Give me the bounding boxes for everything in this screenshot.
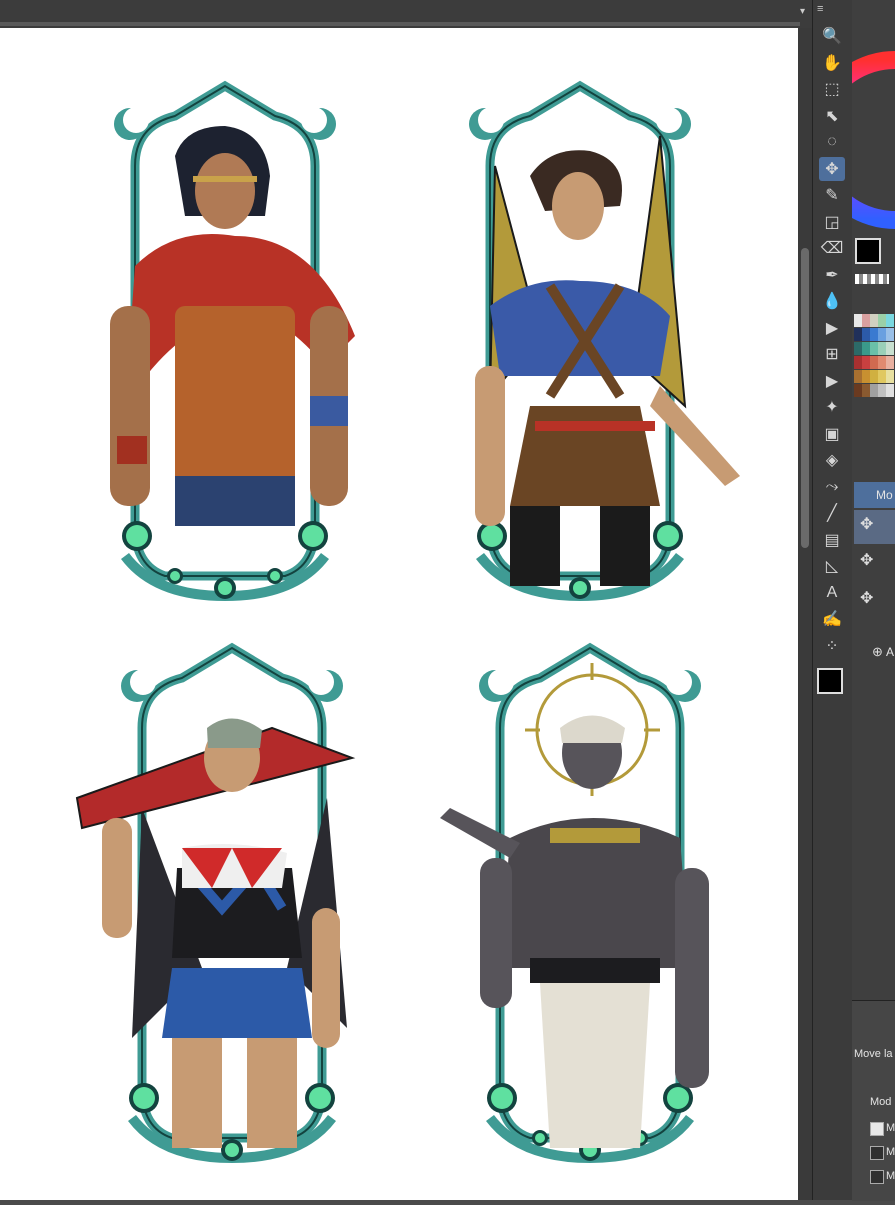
pen-icon[interactable]: ✒ (819, 263, 845, 287)
palette-swatch[interactable] (886, 328, 894, 341)
eyedropper-icon[interactable]: ✎ (819, 183, 845, 207)
palette-swatch[interactable] (862, 370, 870, 383)
character-card-4 (440, 648, 709, 1161)
scrollbar-thumb[interactable] (801, 248, 809, 548)
palette-swatch[interactable] (854, 356, 862, 369)
character-card-1 (110, 86, 355, 599)
palette-swatch[interactable] (886, 314, 894, 327)
panel-icon[interactable]: ▤ (819, 528, 845, 552)
checker-swatch[interactable] (855, 274, 889, 284)
add-icon[interactable]: ⊕ (872, 644, 883, 660)
color-set-palette (852, 314, 895, 444)
text-icon[interactable]: A (819, 581, 845, 605)
sub-tool-label: Mo (876, 488, 893, 502)
palette-swatch[interactable] (854, 314, 862, 327)
fill-bucket-icon[interactable]: ◲ (819, 210, 845, 234)
blend-icon[interactable]: 💧 (819, 289, 845, 313)
artwork (75, 28, 740, 1200)
palette-swatch[interactable] (870, 384, 878, 397)
palette-swatch[interactable] (862, 314, 870, 327)
move-icon-a: ✥ (860, 516, 874, 533)
checkbox-2[interactable] (870, 1146, 884, 1160)
move-icon-b: ✥ (860, 552, 874, 569)
marquee-icon[interactable]: ⬚ (819, 77, 845, 101)
palette-swatch[interactable] (886, 384, 894, 397)
checkbox-2-label: M (886, 1146, 895, 1158)
palette-swatch[interactable] (878, 356, 886, 369)
palette-swatch[interactable] (854, 384, 862, 397)
palette-swatch[interactable] (862, 356, 870, 369)
palette-swatch[interactable] (854, 370, 862, 383)
palette-swatch[interactable] (862, 328, 870, 341)
mesh-icon[interactable]: ⊞ (819, 342, 845, 366)
lasso-icon[interactable]: ◌ (819, 130, 845, 154)
pipette-icon[interactable]: ⤳ (819, 475, 845, 499)
mode-label: Mod (870, 1096, 892, 1108)
move-icon[interactable]: ✥ (819, 156, 845, 181)
play-alt-icon[interactable]: ▶ (819, 369, 845, 393)
palette-swatch[interactable] (870, 342, 878, 355)
top-bar: ▾ (0, 0, 812, 29)
checkbox-3-label: M (886, 1170, 895, 1182)
paint-bucket-icon[interactable]: ◈ (819, 448, 845, 472)
palette-swatch[interactable] (878, 328, 886, 341)
character-card-2 (469, 86, 740, 599)
palette-swatch[interactable] (886, 356, 894, 369)
palette-swatch[interactable] (854, 328, 862, 341)
move-icon-c: ✥ (860, 590, 874, 607)
object-select-icon[interactable]: ⬉ (819, 104, 845, 128)
spray-icon[interactable]: ⁘ (819, 634, 845, 658)
checkbox-1[interactable] (870, 1122, 884, 1136)
palette-swatch[interactable] (878, 314, 886, 327)
checkbox-3[interactable] (870, 1170, 884, 1184)
menu-icon[interactable]: ≡ (817, 4, 827, 15)
sparkle-icon[interactable]: ✦ (819, 395, 845, 419)
vertical-scrollbar[interactable] (798, 28, 812, 1200)
tool-palette: ≡ 🔍 ✋ ⬚ ⬉ ◌ ✥ ✎ ◲ ⌫ ✒ 💧 ▶ ⊞ ▶ ✦ ▣ ◈ ⤳ ╱ ▤ ◺ A ✍ ⁘ (812, 0, 854, 1200)
hand-icon[interactable]: ✋ (819, 51, 845, 75)
character-card-3 (75, 648, 356, 1161)
palette-swatch[interactable] (862, 342, 870, 355)
zoom-icon[interactable]: 🔍 (819, 24, 845, 48)
eraser-icon[interactable]: ⌫ (819, 236, 845, 260)
main-color-swatch[interactable] (855, 238, 881, 264)
add-label: A (886, 645, 895, 659)
palette-swatch[interactable] (878, 370, 886, 383)
brush-icon[interactable]: ✍ (819, 607, 845, 631)
checkbox-1-label: M (886, 1122, 895, 1134)
palette-swatch[interactable] (862, 384, 870, 397)
palette-swatch[interactable] (870, 370, 878, 383)
right-panel: Mo ✥ ✥ ✥ ⊕ A Move la Mod M M M (852, 0, 895, 1201)
play-icon[interactable]: ▶ (819, 316, 845, 340)
chevron-down-icon[interactable]: ▾ (800, 6, 805, 17)
property-title: Move la (854, 1048, 893, 1060)
color-wheel[interactable] (852, 40, 895, 270)
canvas[interactable] (0, 28, 812, 1200)
line-icon[interactable]: ╱ (819, 501, 845, 525)
palette-swatch[interactable] (870, 356, 878, 369)
palette-swatch[interactable] (878, 384, 886, 397)
gradient-icon[interactable]: ▣ (819, 422, 845, 446)
triangle-ruler-icon[interactable]: ◺ (819, 554, 845, 578)
palette-swatch[interactable] (886, 342, 894, 355)
palette-swatch[interactable] (870, 328, 878, 341)
main-color-indicator[interactable] (817, 668, 843, 694)
palette-swatch[interactable] (886, 370, 894, 383)
palette-swatch[interactable] (870, 314, 878, 327)
palette-swatch[interactable] (878, 342, 886, 355)
palette-swatch[interactable] (854, 342, 862, 355)
ruler-strip (0, 22, 800, 26)
